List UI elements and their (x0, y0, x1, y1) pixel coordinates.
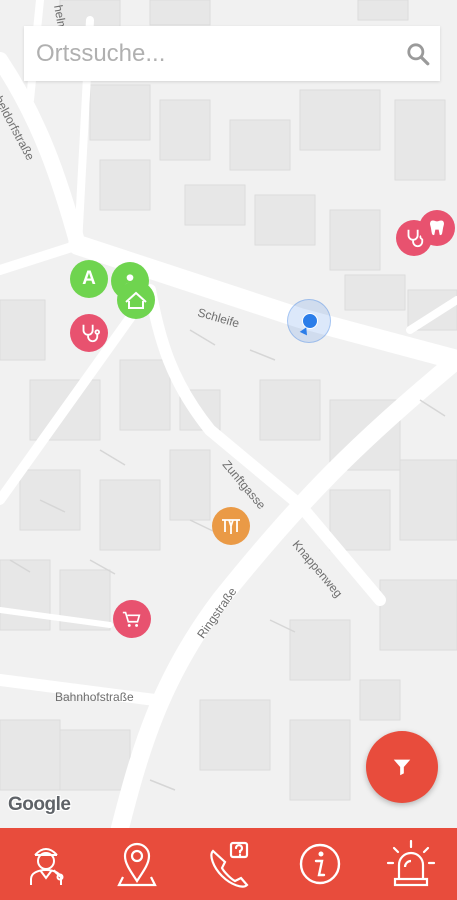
doctor-avatar-icon (29, 848, 64, 885)
poi-doctor-marker[interactable] (70, 314, 108, 352)
nav-profile-button[interactable] (11, 828, 81, 900)
search-icon[interactable] (396, 26, 440, 81)
nav-info-button[interactable] (285, 828, 355, 900)
user-location-dot (302, 313, 318, 329)
siren-icon (387, 839, 436, 887)
filter-button[interactable] (366, 731, 438, 803)
user-location-marker (287, 299, 331, 343)
funnel-icon (393, 759, 411, 776)
search-input[interactable] (24, 25, 396, 82)
map-view[interactable]: Schleife Zunftgasse Knappenweg Ringstraß… (0, 0, 457, 828)
cart-icon (122, 611, 141, 627)
poi-dentist-marker[interactable] (419, 210, 455, 246)
poi-pharmacy-marker[interactable]: A (70, 260, 108, 298)
map-pin-icon (117, 842, 157, 887)
google-attribution: Google (8, 794, 71, 815)
poi-physio-marker[interactable] (212, 507, 250, 545)
street-label-bahnhofstrasse: Bahnhofstraße (55, 690, 134, 704)
house-icon (125, 291, 147, 309)
letter-a-icon: A (82, 268, 96, 289)
nav-hotline-button[interactable] (193, 828, 263, 900)
poi-care-home-marker[interactable] (117, 281, 155, 319)
nav-map-button[interactable] (102, 828, 172, 900)
tooth-icon (430, 220, 444, 236)
massage-icon (222, 519, 240, 534)
search-bar (24, 25, 440, 82)
stethoscope-icon (82, 324, 100, 343)
poi-shop-marker[interactable] (113, 600, 151, 638)
bottom-navigation (0, 828, 457, 900)
info-icon (299, 843, 341, 885)
phone-question-icon (210, 841, 249, 888)
nav-emergency-button[interactable] (376, 828, 446, 900)
